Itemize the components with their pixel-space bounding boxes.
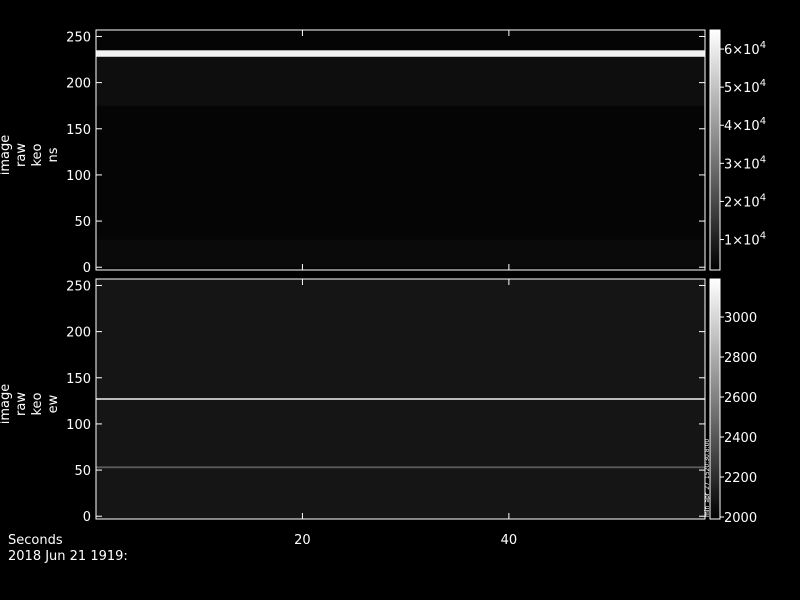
colorbar-tick-label: 2400: [724, 431, 757, 446]
colorbar-tick-exponent: 4: [760, 40, 766, 51]
colorbar-tick-mantissa: 5×10: [724, 81, 760, 96]
colorbar-tick-exponent: 4: [760, 116, 766, 127]
y-tick-label: 50: [74, 464, 91, 479]
x-tick-label: 40: [501, 533, 518, 548]
y-tick-label: 250: [66, 30, 91, 45]
colorbar: [709, 278, 721, 520]
y-tick-label: 150: [66, 123, 91, 138]
y-axis-title-line: ew: [46, 394, 61, 413]
colorbar-tick-mantissa: 3×10: [724, 157, 760, 172]
colorbar-tick-label: 4×104: [724, 116, 766, 134]
colorbar-tick-exponent: 4: [760, 192, 766, 203]
y-axis-title-line: keo: [30, 392, 45, 415]
y-tick-label: 50: [74, 215, 91, 230]
colorbar-tick-exponent: 4: [760, 78, 766, 89]
panel-ns: 050100150200250image raw keo ns1×1042×1043×…: [0, 29, 766, 276]
colorbar-tick-label: 6×104: [724, 40, 766, 58]
colorbar-tick-exponent: 4: [760, 231, 766, 242]
colorbar-tick-label: 5×104: [724, 78, 766, 96]
x-axis-title: Seconds: [8, 533, 63, 548]
colorbar-tick-label: 2800: [724, 351, 757, 366]
file-stamp-note: min_apr_27_1520:30.8:00: [704, 439, 711, 517]
y-tick-label: 250: [66, 279, 91, 294]
y-axis-title-line: image: [0, 135, 13, 176]
y-tick-label: 200: [66, 326, 91, 341]
heatmap-band: [96, 239, 705, 268]
colorbar-tick-mantissa: 4×10: [724, 119, 760, 134]
y-axis-title-line: raw: [14, 392, 29, 416]
panel-ew: 0 50 100 150 200 250 image raw keo ew 2000 2200 2400…: [0, 278, 757, 548]
date-stamp: 2018 Jun 21 1919:: [8, 549, 128, 564]
colorbar-tick-label: 1×104: [724, 231, 766, 249]
y-tick-label: 150: [66, 372, 91, 387]
y-tick-label: 100: [66, 418, 91, 433]
colorbar-tick-exponent: 4: [760, 154, 766, 165]
colorbar: [709, 29, 721, 271]
y-axis-title-line: raw: [14, 143, 29, 167]
figure: 050100150200250image raw keo ns1×1042×1043×…: [0, 29, 766, 564]
colorbar-tick-mantissa: 6×10: [724, 43, 760, 58]
colorbar-tick-label: 2000: [724, 511, 757, 526]
heatmap-band: [96, 398, 705, 400]
y-tick-label: 200: [66, 77, 91, 92]
y-tick-label: 0: [83, 261, 91, 276]
colorbar-tick-label: 2200: [724, 471, 757, 486]
colorbar-tick-label: 3×104: [724, 154, 766, 172]
colorbar-tick-label: 2×104: [724, 192, 766, 210]
heatmap-band: [96, 56, 705, 106]
x-tick-label: 20: [294, 533, 311, 548]
y-tick-label: 0: [83, 510, 91, 525]
colorbar-tick-mantissa: 2×10: [724, 195, 760, 210]
y-axis-title-line: ns: [46, 147, 61, 162]
colorbar-tick-label: 3000: [724, 311, 757, 326]
y-axis-title-line: keo: [30, 143, 45, 166]
colorbar-tick-mantissa: 1×10: [724, 234, 760, 249]
y-tick-label: 100: [66, 169, 91, 184]
colorbar-tick-label: 2600: [724, 391, 757, 406]
heatmap-band: [96, 466, 705, 469]
y-axis-title-line: image: [0, 384, 13, 425]
